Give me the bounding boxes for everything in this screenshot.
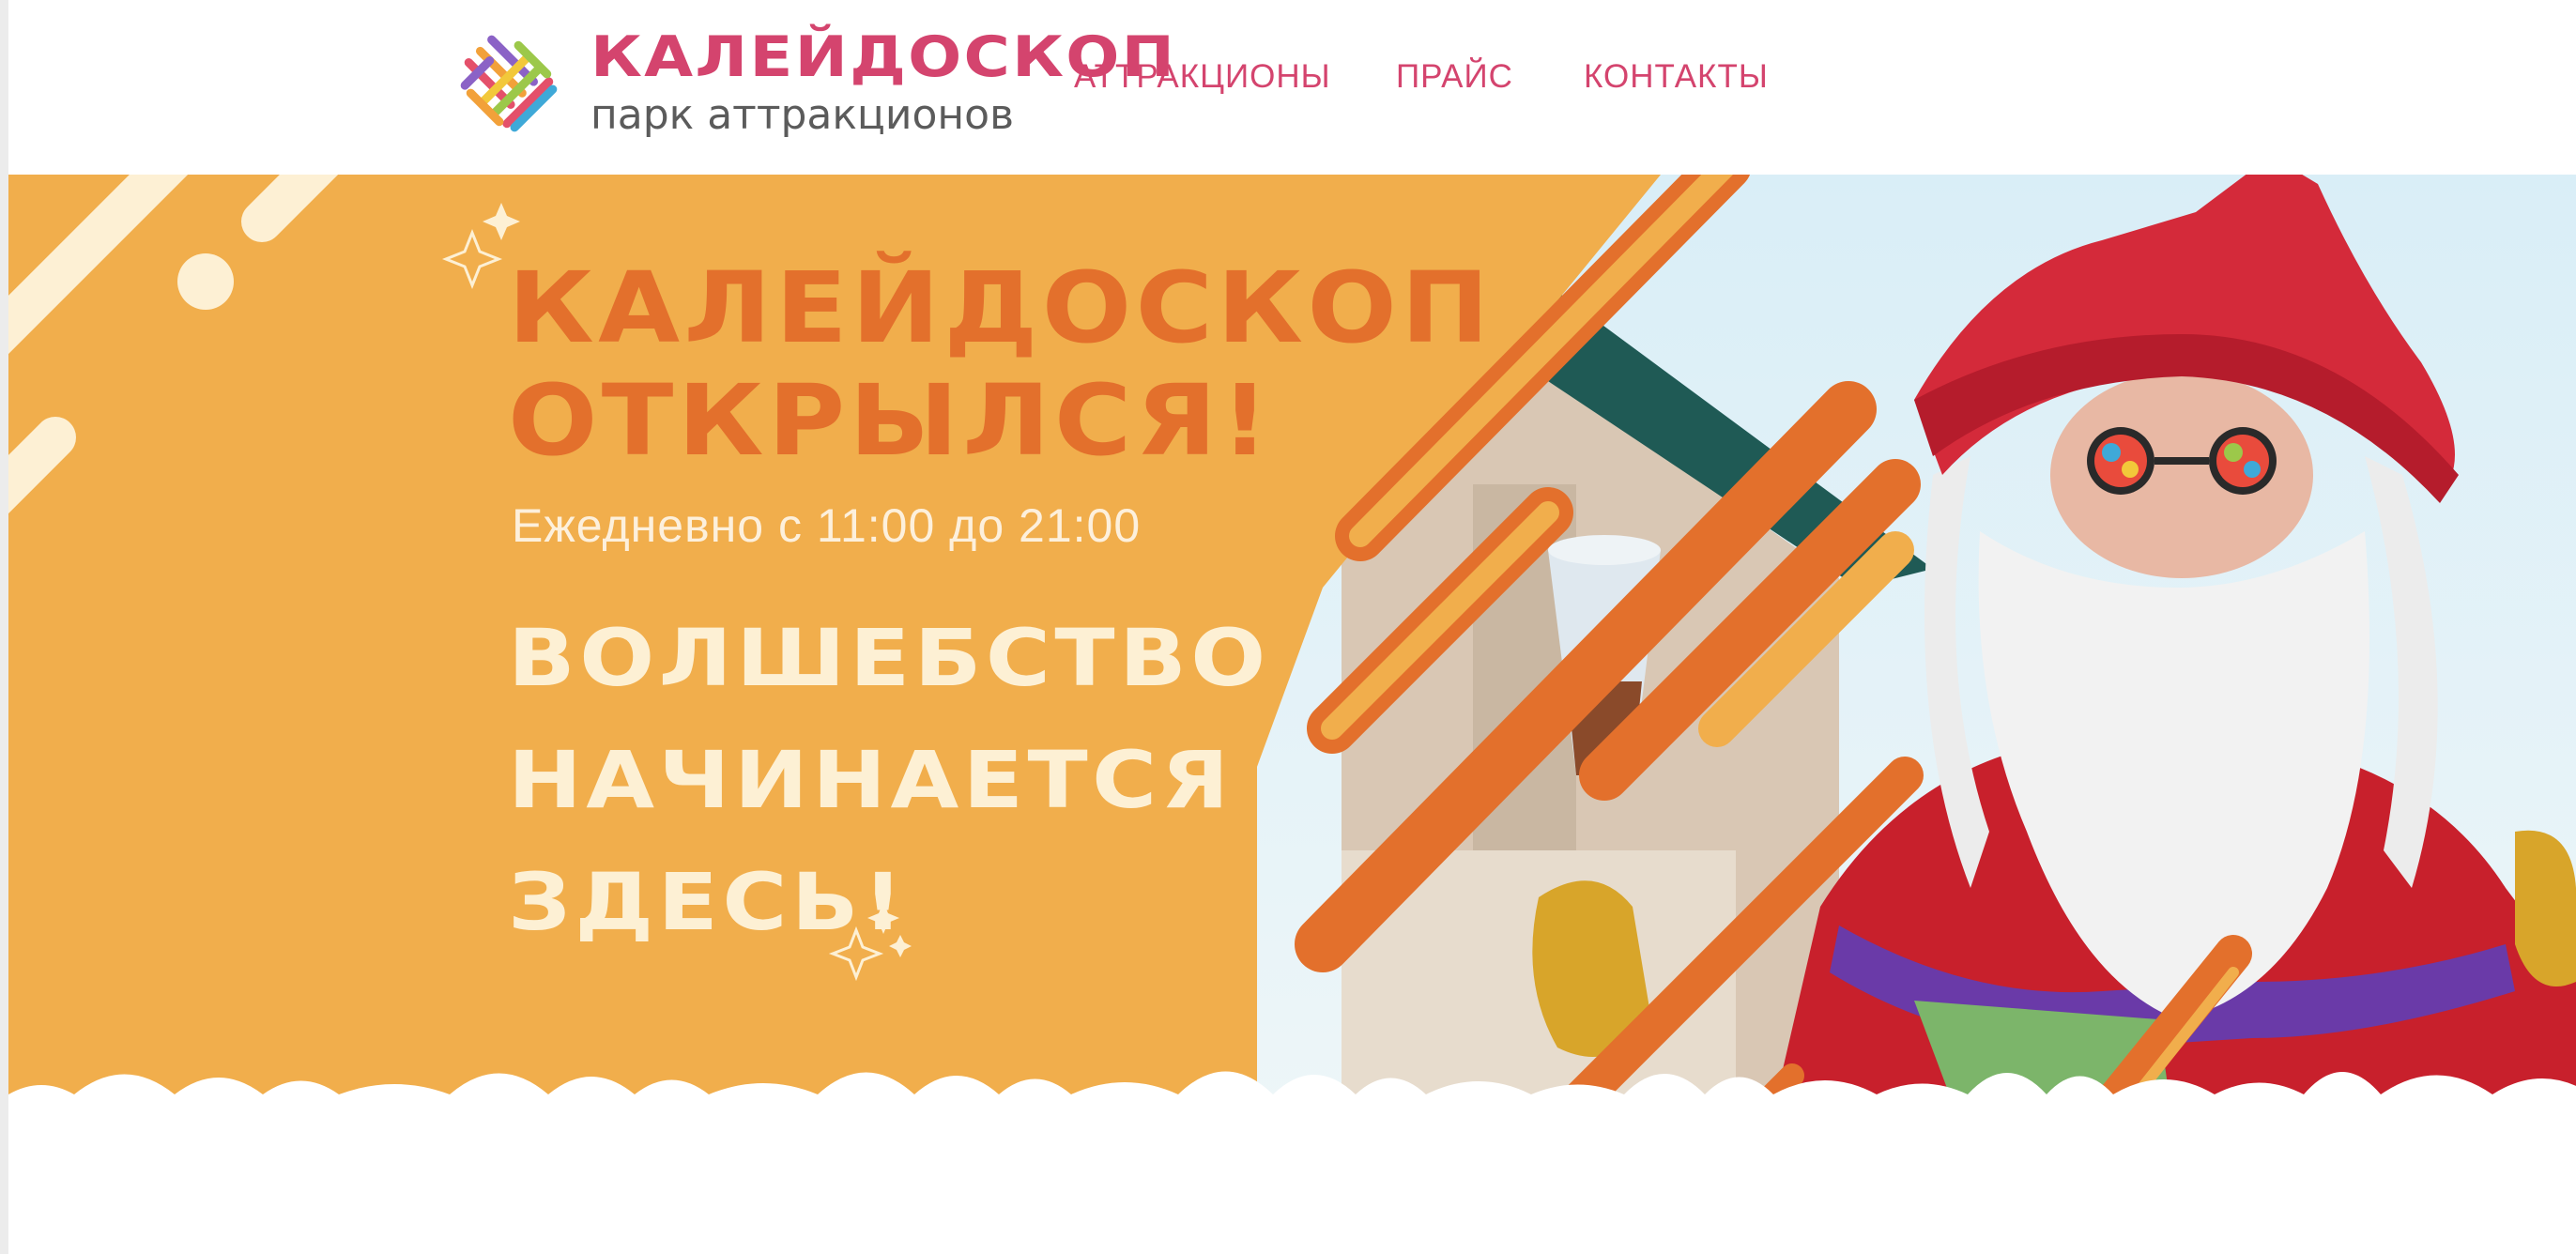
page-left-edge [0,0,8,1254]
hero-slogan-line-1: ВОЛШЕБСТВО [508,612,1270,704]
site-logo[interactable]: КАЛЕЙДОСКОП парк аттракционов [452,26,1174,141]
hero-title: КАЛЕЙДОСКОП ОТКРЫЛСЯ! [508,252,1494,477]
hero-banner: КАЛЕЙДОСКОП ОТКРЫЛСЯ! Ежедневно с 11:00 … [8,175,2576,1151]
nav-link-contacts[interactable]: КОНТАКТЫ [1584,58,1769,96]
site-header: КАЛЕЙДОСКОП парк аттракционов АТТРАКЦИОН… [8,0,2576,175]
hero-slogan-line-2: НАЧИНАЕТСЯ [508,734,1234,826]
kaleidoscope-logo-icon [460,35,558,132]
hero-slogan-line-3: ЗДЕСЬ! [508,856,908,948]
nav-link-attractions[interactable]: АТТРАКЦИОНЫ [1074,58,1331,96]
nav-link-price[interactable]: ПРАЙС [1396,58,1513,96]
hero-title-line-1: КАЛЕЙДОСКОП [508,251,1494,365]
hero-slogan: ВОЛШЕБСТВО НАЧИНАЕТСЯ ЗДЕСЬ! [508,597,1270,963]
brand-subtitle: парк аттракционов [590,91,1014,139]
opening-hours: Ежедневно с 11:00 до 21:00 [512,499,1142,552]
cloud-border [8,1071,2576,1151]
hero-title-line-2: ОТКРЫЛСЯ! [508,363,1273,478]
